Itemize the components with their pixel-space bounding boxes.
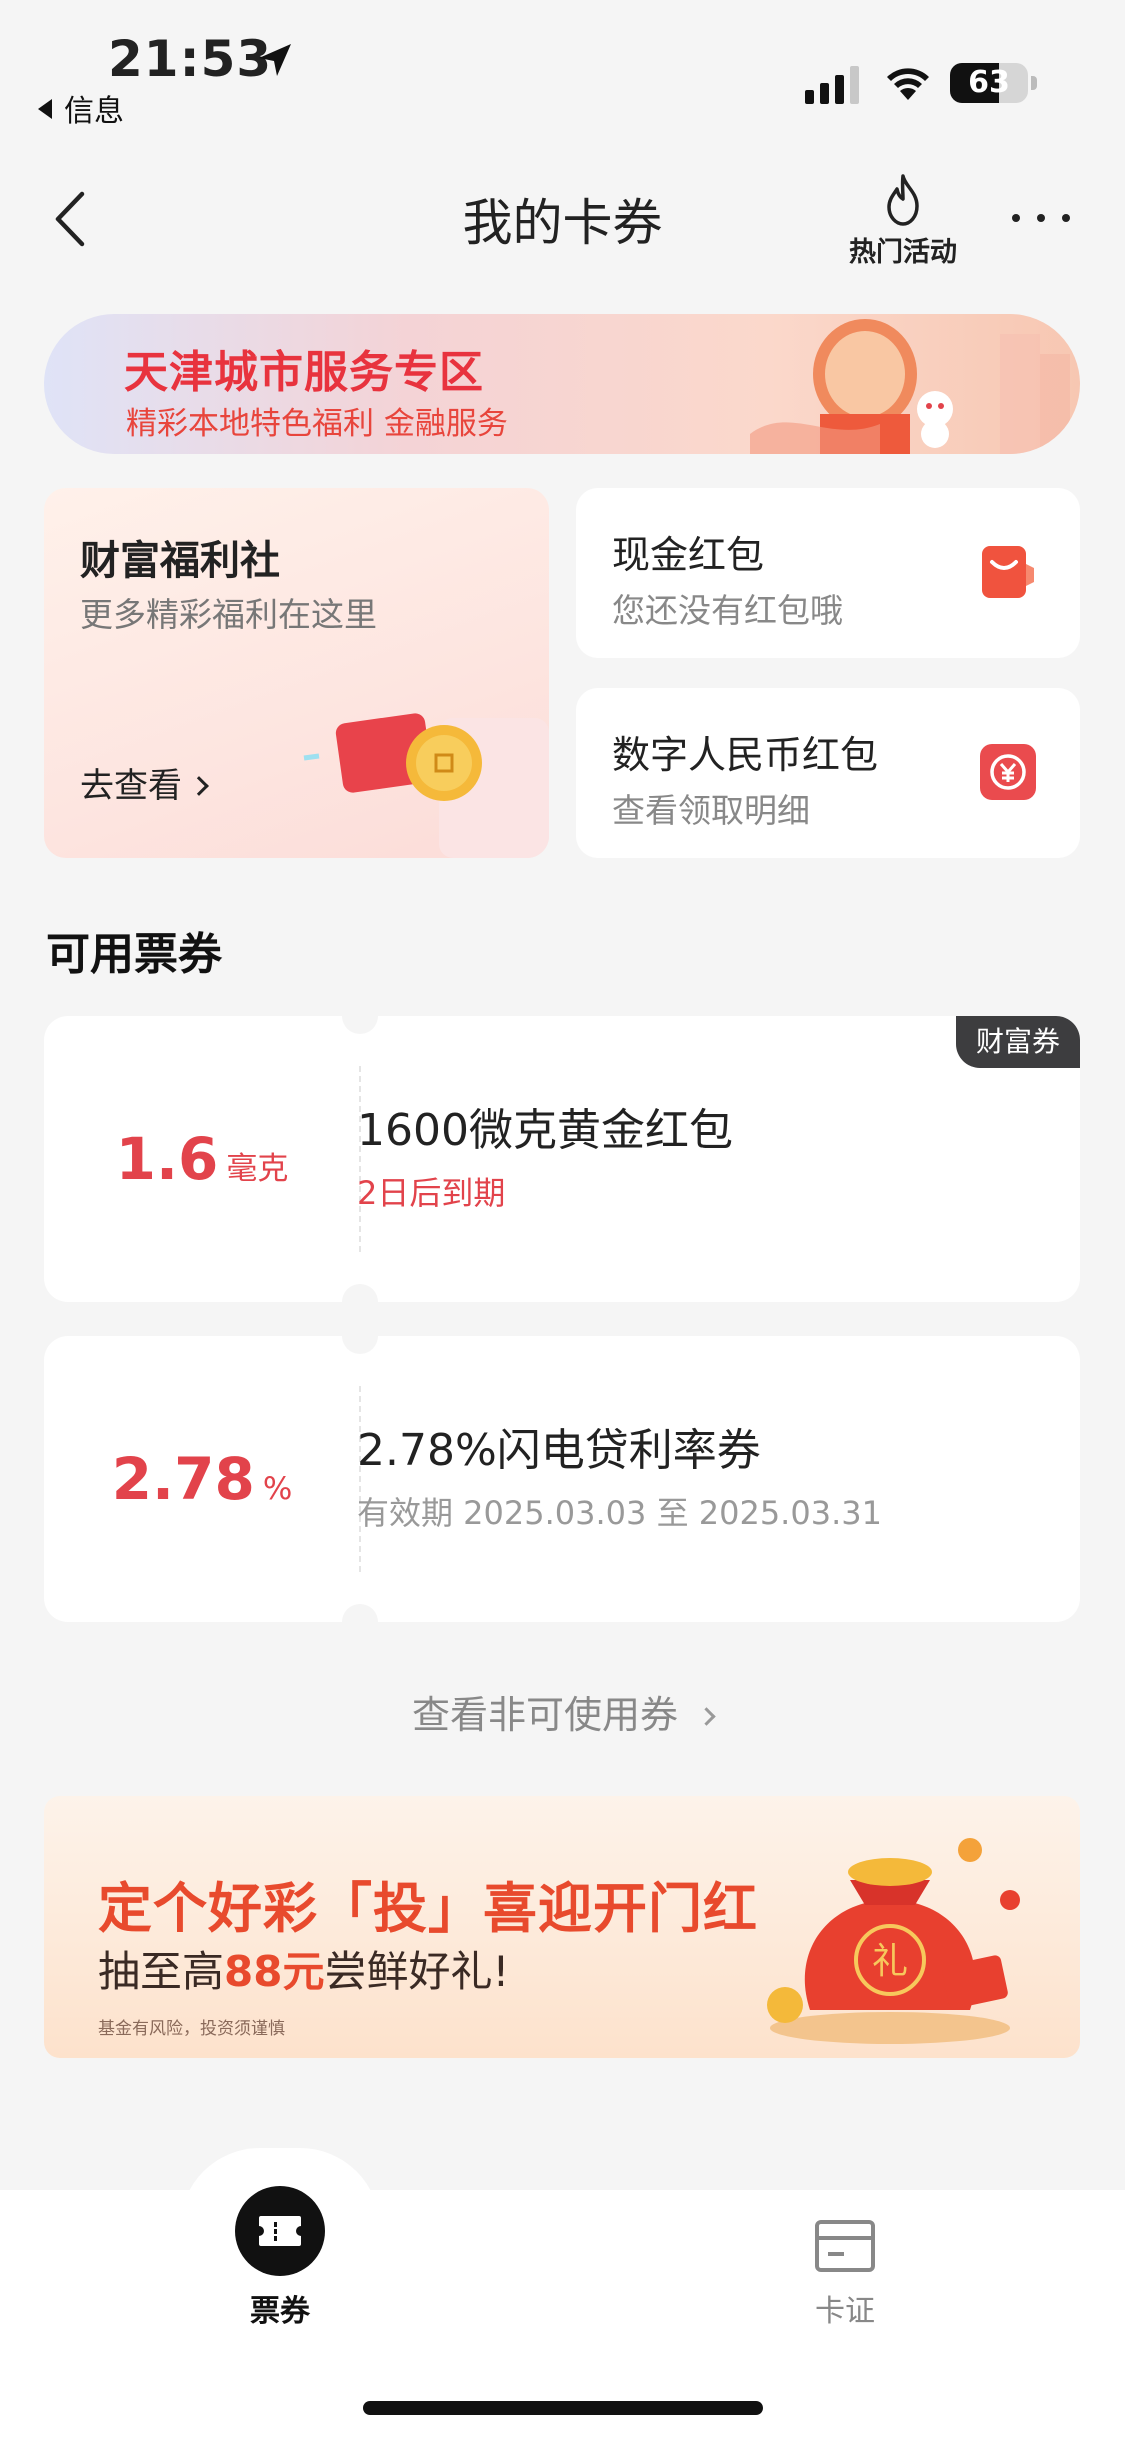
cellular-signal-icon xyxy=(805,66,859,104)
coupon-card[interactable]: 2.78% 2.78%闪电贷利率券 有效期 2025.03.03 至 2025.… xyxy=(44,1336,1080,1622)
bag-character: 礼 xyxy=(872,1941,908,1982)
more-dot-icon xyxy=(1012,214,1020,222)
location-arrow-icon xyxy=(259,44,291,76)
cash-card-subtitle: 您还没有红包哦 xyxy=(612,591,843,630)
unusable-coupons-label: 查看非可使用券 xyxy=(411,1693,678,1737)
wifi-icon xyxy=(887,68,929,100)
chevron-right-icon xyxy=(697,1707,716,1726)
wealth-card-title: 财富福利社 xyxy=(80,538,280,584)
gift-coin-illustration xyxy=(303,713,549,858)
flame-icon xyxy=(887,174,919,226)
ticket-icon xyxy=(259,2216,301,2246)
battery-cap xyxy=(1031,76,1037,90)
digital-card-title: 数字人民币红包 xyxy=(612,733,879,777)
back-triangle-icon xyxy=(38,99,52,119)
card-icon xyxy=(815,2220,875,2272)
tab-tickets-icon-bg xyxy=(235,2186,325,2276)
back-app-label: 信息 xyxy=(64,94,124,129)
drum-mascot-illustration xyxy=(750,319,1070,454)
digital-card-subtitle: 查看领取明细 xyxy=(612,791,810,830)
promo-subtitle: 抽至高88元尝鲜好礼! xyxy=(98,1938,509,1999)
coupon-validity: 有效期 2025.03.03 至 2025.03.31 xyxy=(357,1494,882,1532)
cash-red-packet-card[interactable]: 现金红包 您还没有红包哦 xyxy=(576,488,1080,658)
back-to-app-link[interactable]: 信息 xyxy=(38,86,124,130)
city-service-banner[interactable]: 天津城市服务专区 精彩本地特色福利 金融服务 xyxy=(44,314,1080,454)
more-dot-icon xyxy=(1037,214,1045,222)
banner-title: 天津城市服务专区 xyxy=(124,347,484,398)
coupon-amount-unit: % xyxy=(262,1471,293,1507)
promo-subtitle-pre: 抽至高 xyxy=(98,1947,225,1996)
wealth-coupon-tag: 财富券 xyxy=(956,1016,1080,1068)
chevron-right-icon xyxy=(189,776,209,796)
promo-subtitle-post: 尝鲜好礼! xyxy=(324,1947,510,1996)
wealth-welfare-card[interactable]: 财富福利社 更多精彩福利在这里 去查看 xyxy=(44,488,549,858)
available-coupons-heading: 可用票券 xyxy=(46,929,222,980)
digital-rmb-icon xyxy=(980,744,1036,800)
promo-title: 定个好彩「投」喜迎开门红 xyxy=(98,1877,758,1940)
coupon-amount-value: 1.6 xyxy=(115,1125,219,1193)
wealth-view-label: 去查看 xyxy=(80,766,182,806)
coupon-amount-unit: 毫克 xyxy=(226,1151,289,1187)
coupon-amount-value: 2.78 xyxy=(111,1445,255,1513)
promo-amount: 88元 xyxy=(224,1947,325,1996)
status-bar: 21:53 信息 63 xyxy=(0,0,1125,140)
battery-indicator: 63 xyxy=(950,63,1028,103)
wealth-card-subtitle: 更多精彩福利在这里 xyxy=(80,595,377,634)
tab-tickets-label: 票券 xyxy=(250,2294,310,2329)
tab-cards[interactable]: 卡证 xyxy=(745,2186,945,2330)
risk-disclaimer: 基金有风险，投资须谨慎 xyxy=(98,2019,285,2039)
coupon-amount: 2.78% xyxy=(44,1336,360,1622)
coupon-expiry: 2日后到期 xyxy=(357,1174,506,1212)
status-time: 21:53 xyxy=(108,30,273,88)
coupon-title: 2.78%闪电贷利率券 xyxy=(357,1425,761,1476)
hot-activities-button[interactable]: 热门活动 xyxy=(840,172,966,269)
coupon-card[interactable]: 1.6 毫克 1600微克黄金红包 2日后到期 财富券 xyxy=(44,1016,1080,1302)
red-packet-icon xyxy=(982,546,1034,598)
cash-card-title: 现金红包 xyxy=(612,533,765,577)
lucky-bag-illustration: 礼 xyxy=(767,1838,1020,2044)
home-indicator xyxy=(363,2401,763,2415)
coupon-amount: 1.6 毫克 xyxy=(44,1016,360,1302)
wealth-view-link[interactable]: 去查看 xyxy=(80,758,209,807)
banner-subtitle: 精彩本地特色福利 金融服务 xyxy=(126,406,508,442)
fund-promo-banner[interactable]: 定个好彩「投」喜迎开门红 抽至高88元尝鲜好礼! 基金有风险，投资须谨慎 礼 xyxy=(44,1796,1080,2058)
battery-percent: 63 xyxy=(968,65,1010,100)
more-dot-icon xyxy=(1062,214,1070,222)
coupon-title: 1600微克黄金红包 xyxy=(357,1105,733,1156)
more-menu-button[interactable] xyxy=(1010,200,1072,236)
hot-activities-label: 热门活动 xyxy=(849,237,957,268)
tab-tickets[interactable]: 票券 xyxy=(180,2186,380,2330)
view-unusable-coupons-link[interactable]: 查看非可使用券 xyxy=(0,1684,1125,1739)
tab-cards-label: 卡证 xyxy=(815,2294,875,2329)
digital-rmb-red-packet-card[interactable]: 数字人民币红包 查看领取明细 xyxy=(576,688,1080,858)
